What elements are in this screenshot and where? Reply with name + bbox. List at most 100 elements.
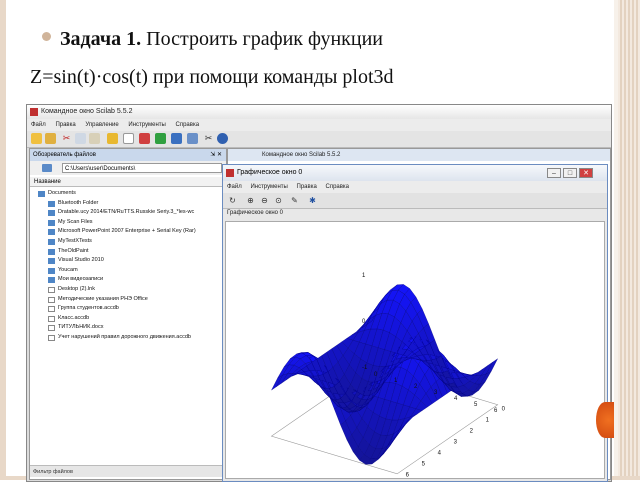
file-list-item[interactable]: Youcam (30, 266, 226, 276)
graphics-titlebar: Графическое окно 0 – □ ✕ (223, 165, 607, 181)
preferences-icon[interactable] (107, 133, 118, 144)
file-filter-status: Фильтр файлов (30, 465, 226, 477)
browse-folder-icon[interactable] (42, 164, 52, 172)
plot-area[interactable]: 0 1 2 3 4 5 6 0 1 2 3 4 5 6 -1 0 1 (225, 221, 605, 479)
scilab-app-icon (30, 108, 38, 116)
print-icon[interactable] (123, 133, 134, 144)
file-list-item-label: Класс.accdb (58, 314, 90, 321)
new-file-icon[interactable] (31, 133, 42, 144)
cut-icon[interactable]: ✂ (61, 133, 72, 144)
file-list-item[interactable]: Учет нарушений правил дорожного движения… (30, 333, 226, 343)
file-list-item-label: Desktop (2).lnk (58, 285, 95, 292)
y-tick-label: 4 (438, 451, 442, 457)
gfx-help-icon[interactable]: ✱ (307, 195, 318, 206)
folder-icon (38, 191, 45, 197)
graphics-menubar: Файл Инструменты Правка Справка (223, 181, 607, 193)
zoom-out-icon[interactable]: ⊖ (259, 195, 270, 206)
copy-icon[interactable] (75, 133, 86, 144)
file-list-item[interactable]: Группа студентов.accdb (30, 304, 226, 314)
menu-tools[interactable]: Инструменты (128, 119, 165, 131)
slide-orange-marker (596, 402, 614, 438)
menu-file[interactable]: Файл (31, 119, 46, 131)
slide-border-left (0, 0, 6, 480)
task-label: Задача 1. (60, 28, 142, 50)
folder-icon (48, 258, 55, 265)
gfx-menu-help[interactable]: Справка (325, 181, 349, 193)
datatip-icon[interactable]: ✎ (289, 195, 300, 206)
graphics-window: Графическое окно 0 – □ ✕ Файл Инструмент… (222, 164, 608, 482)
file-list-item[interactable]: Microsoft PowerPoint 2007 Enterprise + S… (30, 227, 226, 237)
y-tick-label: 0 (502, 407, 506, 413)
open-folder-icon[interactable] (45, 133, 56, 144)
y-tick-label: 5 (422, 462, 426, 468)
folder-icon (48, 210, 55, 217)
close-button[interactable]: ✕ (579, 168, 593, 178)
y-tick-label: 1 (486, 418, 490, 424)
file-list-item-label: Методические указания РНЭ Office (58, 295, 148, 302)
file-list-item[interactable]: Класс.accdb (30, 314, 226, 324)
stop-icon[interactable] (139, 133, 150, 144)
menu-help[interactable]: Справка (176, 119, 200, 131)
scinotes-icon[interactable] (171, 133, 182, 144)
file-list-item-label: My Scan Files (58, 218, 93, 225)
maximize-button[interactable]: □ (563, 168, 577, 178)
folder-icon (48, 229, 55, 236)
file-list-item[interactable]: Desktop (2).lnk (30, 285, 226, 295)
folder-icon (48, 238, 55, 245)
file-list-item[interactable]: Bluetooth Folder (30, 199, 226, 209)
file-list-item[interactable]: Мои видеозаписи (30, 275, 226, 285)
console-toolbar: ✂ ✂ (27, 131, 611, 148)
console-titlebar: Командное окно Scilab 5.5.2 (27, 105, 611, 119)
demos-icon[interactable]: ✂ (203, 133, 214, 144)
y-tick-label: 6 (406, 473, 410, 478)
file-list-item[interactable]: ТИТУЛЬНИК.docx (30, 323, 226, 333)
column-header-name[interactable]: Название (30, 177, 226, 187)
file-list-item[interactable]: MyTestXTests (30, 237, 226, 247)
menu-edit[interactable]: Правка (55, 119, 75, 131)
file-icon (48, 334, 55, 341)
gfx-menu-tools[interactable]: Инструменты (250, 181, 287, 193)
bullet-icon (42, 32, 51, 41)
file-list-item-label: Учет нарушений правил дорожного движения… (58, 333, 191, 340)
file-browser-pane: Обозреватель файлов ⇲ ✕ C:\Users\user\Do… (29, 148, 227, 480)
file-icon (48, 296, 55, 303)
file-list-item[interactable]: TheOldPaint (30, 247, 226, 257)
zoom-reset-icon[interactable]: ⊙ (273, 195, 284, 206)
file-list-item[interactable]: Visual Studio 2010 (30, 256, 226, 266)
folder-icon (48, 267, 55, 274)
rotate-icon[interactable]: ↻ (227, 195, 238, 206)
x-tick-label: 6 (494, 408, 498, 414)
zoom-in-icon[interactable]: ⊕ (245, 195, 256, 206)
graphics-title: Графическое окно 0 (237, 169, 303, 176)
z-tick-label: 1 (362, 273, 366, 279)
file-list-item-label: Bluetooth Folder (58, 199, 99, 206)
file-list-item[interactable]: Dratable.ucy 2014/ETN/RuTTS.Russkie Seri… (30, 208, 226, 218)
file-list-item-label: MyTestXTests (58, 237, 92, 244)
file-list-item[interactable]: Методические указания РНЭ Office (30, 295, 226, 305)
help-icon[interactable] (217, 133, 228, 144)
slide-border-right (618, 0, 640, 480)
menu-control[interactable]: Управление (85, 119, 118, 131)
gfx-menu-file[interactable]: Файл (227, 181, 242, 193)
paste-icon[interactable] (89, 133, 100, 144)
folder-icon (48, 219, 55, 226)
pane-controls[interactable]: ⇲ ✕ (210, 149, 222, 161)
task-formula: Z=sin(t)·cos(t) при помощи команды plot3… (30, 66, 394, 88)
file-list-item-label: Dratable.ucy 2014/ETN/RuTTS.Russkie Seri… (58, 209, 195, 216)
run-icon[interactable] (155, 133, 166, 144)
file-icon (48, 325, 55, 332)
task-heading: Задача 1. Построить график функции (42, 28, 383, 51)
minimize-button[interactable]: – (547, 168, 561, 178)
folder-icon (48, 200, 55, 207)
file-list-item[interactable]: Documents (30, 189, 226, 199)
file-list-item[interactable]: My Scan Files (30, 218, 226, 228)
gfx-menu-edit[interactable]: Правка (297, 181, 317, 193)
y-tick-label: 3 (454, 440, 458, 446)
file-list-item-label: ТИТУЛЬНИК.docx (58, 324, 104, 331)
xcos-icon[interactable] (187, 133, 198, 144)
file-list-item-label: Группа студентов.accdb (58, 305, 119, 312)
path-field[interactable]: C:\Users\user\Documents\ (62, 163, 222, 173)
file-list-item-label: Youcam (58, 266, 78, 273)
surface-plot[interactable]: 0123456 0123456-101 (226, 222, 604, 478)
file-browser-title: Обозреватель файлов (33, 152, 96, 158)
